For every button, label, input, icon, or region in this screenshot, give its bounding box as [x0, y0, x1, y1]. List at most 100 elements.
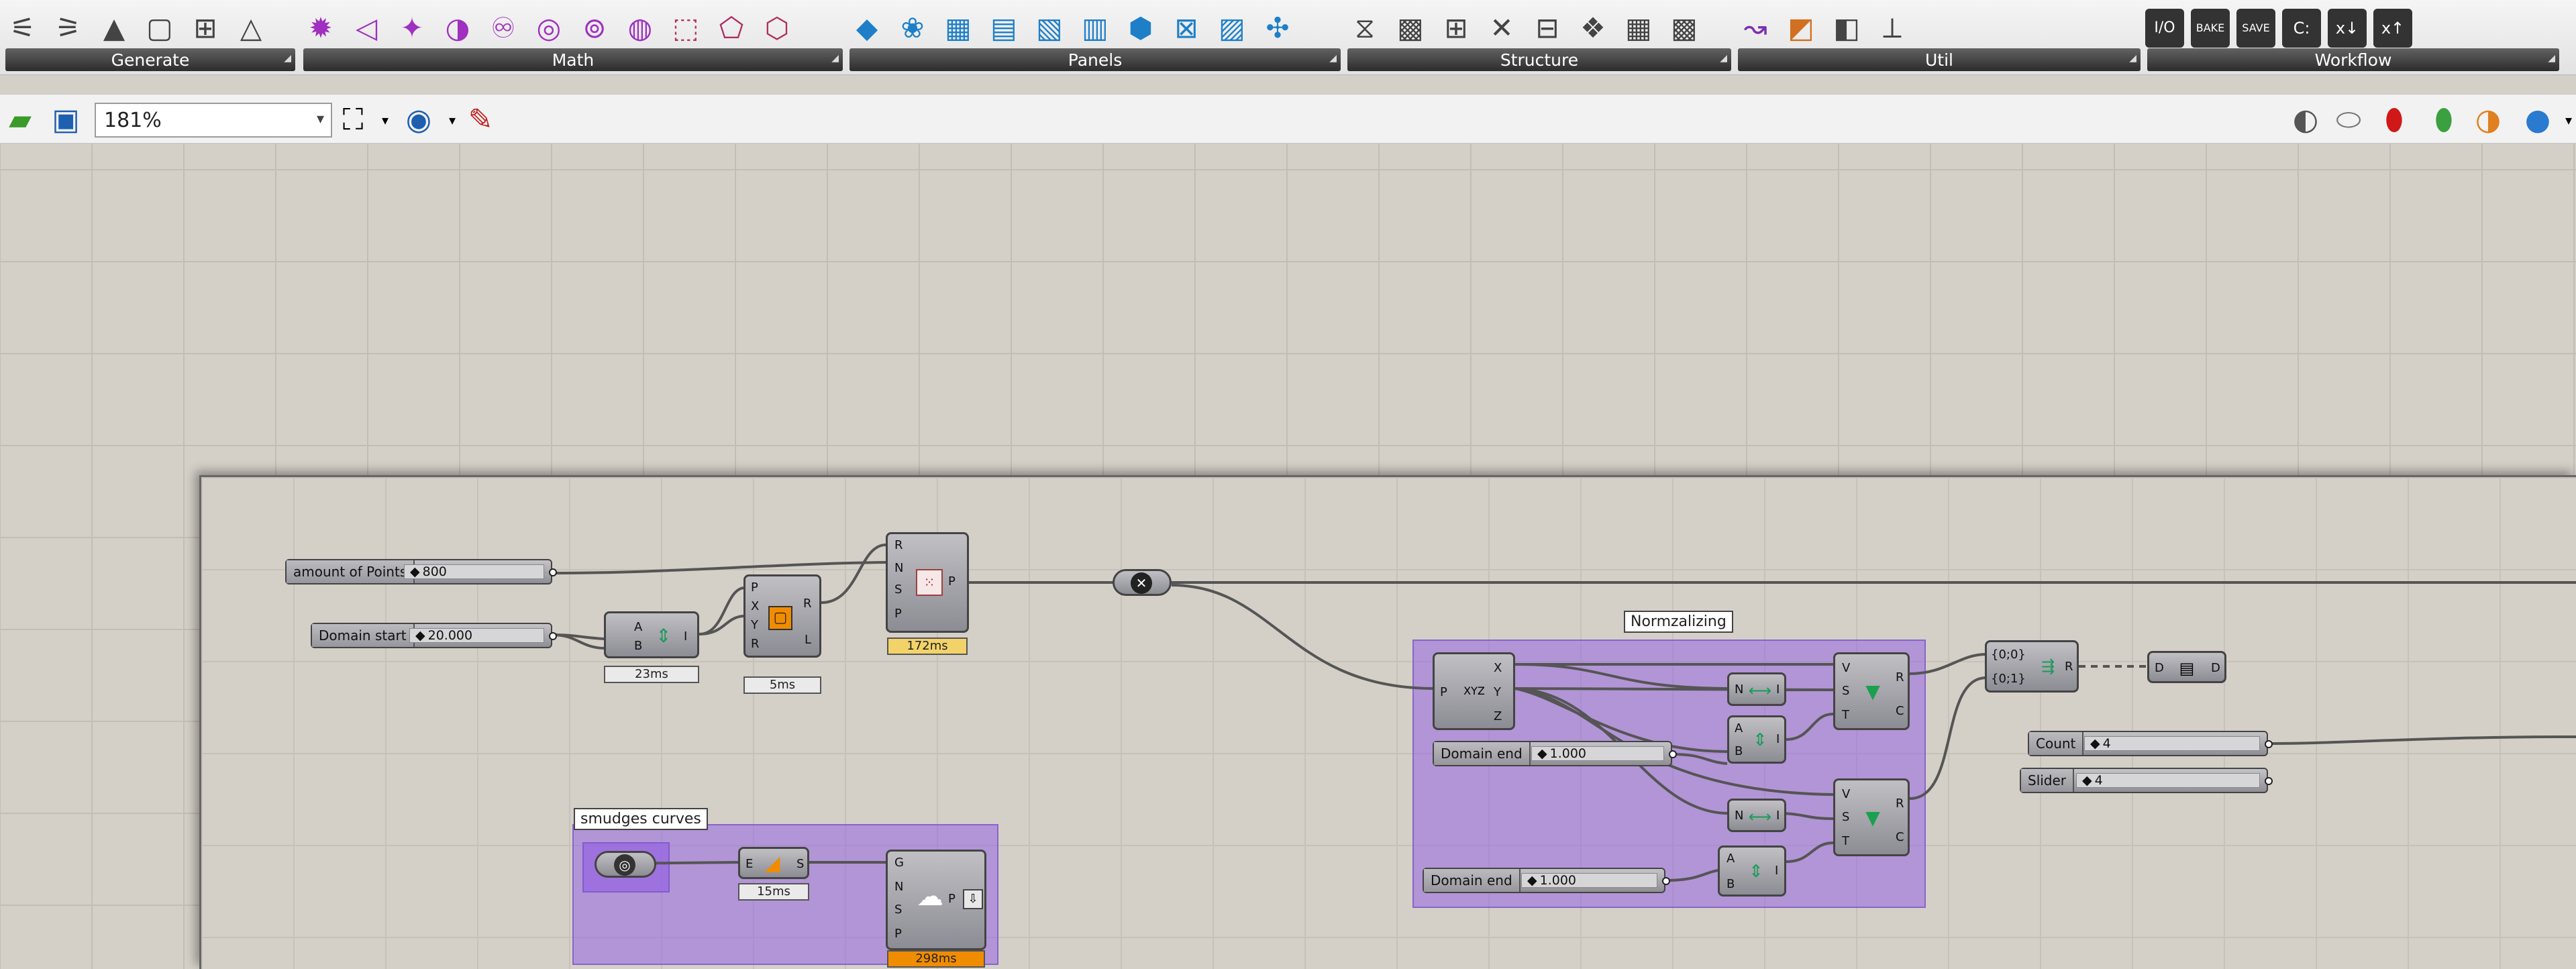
tab-util-label[interactable]: Util	[1738, 48, 2141, 71]
knot-icon[interactable]: ♾	[484, 9, 523, 48]
component-populate-geometry[interactable]: G N S P P ☁ ⇩	[886, 850, 986, 950]
component-bounds-2[interactable]: N I ⟷	[1727, 799, 1786, 832]
chevron-down-icon[interactable]: ▾	[366, 101, 404, 139]
truss-icon[interactable]: ⧖	[1345, 9, 1384, 48]
output-grip[interactable]	[549, 568, 557, 576]
component-merge[interactable]: {0;0} {0;1} R ⇶	[1985, 640, 2079, 693]
slider-value[interactable]: ◆ 800	[404, 564, 544, 579]
output-grip[interactable]	[1669, 750, 1677, 758]
component-rectangle[interactable]: P X Y R R L ▢	[743, 574, 821, 658]
slider-value[interactable]: ◆ 1.000	[1531, 746, 1664, 761]
star-icon[interactable]: ✦	[393, 9, 431, 48]
tab-generate-label[interactable]: Generate	[5, 48, 295, 71]
bake-icon[interactable]: BAKE	[2191, 9, 2230, 48]
checker-icon[interactable]: ◧	[1827, 9, 1866, 48]
expand-arrow-icon[interactable]: ◢	[2548, 53, 2555, 64]
x-down-icon[interactable]: x↓	[2328, 9, 2367, 48]
diagonal-panel-icon[interactable]: ▧	[1030, 9, 1069, 48]
component-populate[interactable]: R N S P P ⁙	[886, 532, 969, 633]
slider-handle-icon[interactable]: ◆	[1527, 873, 1537, 888]
slider-handle-icon[interactable]: ◆	[415, 628, 425, 643]
slider-handle-icon[interactable]: ◆	[410, 564, 420, 579]
disc-icon[interactable]: ◍	[621, 9, 660, 48]
component-smooth[interactable]: E S ◢	[738, 847, 809, 879]
sketch-pen-icon[interactable]: ✎	[462, 101, 499, 139]
tab-workflow-label[interactable]: Workflow	[2147, 48, 2559, 71]
slider-handle-icon[interactable]: ◆	[2090, 736, 2100, 751]
slider-value[interactable]: ◆ 4	[2076, 773, 2260, 788]
icosahedron-icon[interactable]: ⬡	[758, 9, 796, 48]
layers-icon[interactable]: ◩	[1782, 9, 1820, 48]
tab-math[interactable]: ✹ ◁ ✦ ◑ ♾ ◎ ⊚ ◍ ⬚ ⬠ ⬡ Math ◢	[298, 0, 843, 75]
split-panel-icon[interactable]: ▥	[1076, 9, 1115, 48]
slider-count[interactable]: Count ◆ 4	[2028, 731, 2273, 756]
scatter-icon[interactable]: ⚟	[3, 9, 42, 48]
tab-panels[interactable]: ◆ ❀ ▦ ▤ ▧ ▥ ⬢ ⊠ ▨ ✣ Panels ◢	[844, 0, 1341, 75]
hatch-panel-icon[interactable]: ▨	[1213, 9, 1251, 48]
chevron-down-icon[interactable]: ▾	[2550, 101, 2576, 139]
component-relay[interactable]: ✕	[1113, 569, 1172, 596]
zoom-select[interactable]: 181% ▾	[95, 103, 332, 138]
cube-icon[interactable]: ⬚	[666, 9, 705, 48]
slider-handle-icon[interactable]: ◆	[1537, 746, 1547, 761]
open-file-icon[interactable]: ▰	[1, 101, 39, 139]
save-icon[interactable]: SAVE	[2236, 9, 2275, 48]
torus-icon[interactable]: ◎	[529, 9, 568, 48]
star-burst-icon[interactable]: ✹	[301, 9, 340, 48]
preview-shaded-icon[interactable]: ◐	[2287, 101, 2324, 139]
cross-panel-icon[interactable]: ⊠	[1167, 9, 1206, 48]
slider-amount-of-points[interactable]: amount of Points ◆ 800	[285, 559, 557, 584]
expand-arrow-icon[interactable]: ◢	[2129, 53, 2136, 64]
quad-panel-icon[interactable]: ▦	[939, 9, 978, 48]
output-grip[interactable]	[549, 632, 557, 640]
tab-util[interactable]: ↝ ◩ ◧ ⟂ Util ◢	[1733, 0, 2141, 75]
component-construct-domain-2[interactable]: A B I ⇕	[1718, 846, 1786, 897]
triangle-grid-icon[interactable]: △	[231, 9, 270, 48]
component-deconstruct-point[interactable]: P X Y Z XYZ	[1433, 652, 1515, 730]
plane-icon[interactable]: ⟂	[1873, 9, 1912, 48]
flower-pattern-icon[interactable]: ❀	[893, 9, 932, 48]
tab-structure-label[interactable]: Structure	[1347, 48, 1731, 71]
component-bounds-1[interactable]: N I ⟷	[1727, 672, 1786, 706]
component-remap-1[interactable]: V S T R C ▼	[1833, 652, 1910, 730]
expand-arrow-icon[interactable]: ◢	[831, 53, 839, 64]
io-icon[interactable]: I/O	[2145, 9, 2184, 48]
lattice-2-icon[interactable]: ▩	[1665, 9, 1704, 48]
chevron-down-icon[interactable]: ▾	[317, 111, 324, 128]
slider-value[interactable]: ◆ 20.000	[409, 628, 544, 643]
node-lattice-icon[interactable]: ❖	[1574, 9, 1612, 48]
material-icon[interactable]: ◑	[2469, 101, 2507, 139]
slider-domain-end-2[interactable]: Domain end ◆ 1.000	[1423, 868, 1670, 893]
ring-icon[interactable]: ⊚	[575, 9, 614, 48]
box-cross-icon[interactable]: ▢	[140, 9, 179, 48]
component-division[interactable]: A B I ⇕	[604, 611, 699, 658]
component-construct-domain-1[interactable]: A B I ⇕	[1727, 715, 1786, 764]
grid-icon[interactable]: ⊞	[186, 9, 225, 48]
expand-arrow-icon[interactable]: ◢	[1720, 53, 1727, 64]
component-remap-2[interactable]: V S T R C ▼	[1833, 778, 1910, 856]
output-grip[interactable]	[2265, 777, 2273, 785]
group-label-smudges[interactable]: smudges curves	[574, 808, 708, 830]
document-preview-icon[interactable]: ⬮	[2425, 101, 2463, 139]
curve-icon[interactable]: ↝	[1736, 9, 1775, 48]
branch-icon[interactable]: ⚞	[49, 9, 88, 48]
dodecahedron-icon[interactable]: ⬠	[712, 9, 751, 48]
brick-panel-icon[interactable]: ▤	[984, 9, 1023, 48]
triangle-icon[interactable]: ▲	[95, 9, 134, 48]
tab-structure[interactable]: ⧖ ▩ ⊞ ✕ ⊟ ❖ ▦ ▩ Structure ◢	[1342, 0, 1731, 75]
tab-workflow[interactable]: I/O BAKE SAVE C: x↓ x↑ Workflow ◢	[2142, 0, 2559, 75]
point-pattern-icon[interactable]: ✣	[1258, 9, 1297, 48]
group-label-normalizing[interactable]: Normzalizing	[1624, 611, 1733, 633]
mesh-grid-icon[interactable]: ▩	[1391, 9, 1430, 48]
hex-panel-icon[interactable]: ⬢	[1121, 9, 1160, 48]
output-grip[interactable]	[2265, 740, 2273, 748]
frame-icon[interactable]: ⊟	[1528, 9, 1567, 48]
tab-generate[interactable]: ⚟ ⚞ ▲ ▢ ⊞ △ Generate ◢	[0, 0, 295, 75]
tab-panels-label[interactable]: Panels	[849, 48, 1341, 71]
component-curve-param[interactable]: ◎	[595, 851, 656, 878]
component-data-param[interactable]: D D ▤	[2147, 651, 2226, 683]
save-file-icon[interactable]: ▣	[47, 101, 85, 139]
spiral-icon[interactable]: ◑	[438, 9, 477, 48]
slider-value[interactable]: ◆ 4	[2084, 736, 2260, 751]
tab-math-label[interactable]: Math	[303, 48, 843, 71]
